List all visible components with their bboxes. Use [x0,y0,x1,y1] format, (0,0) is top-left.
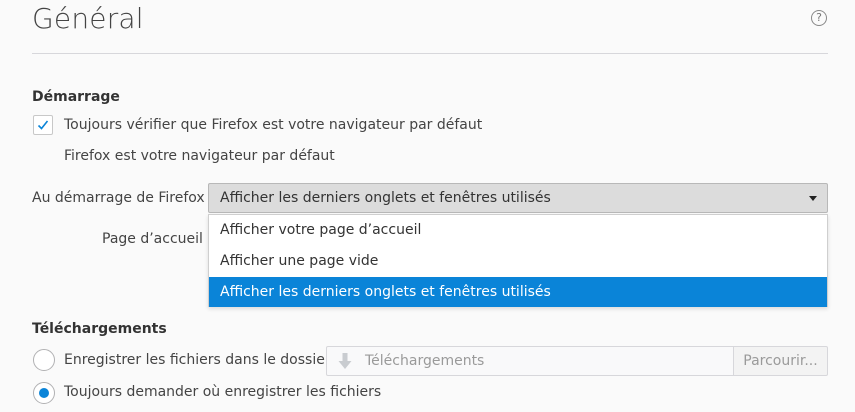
on-startup-select[interactable]: Afficher les derniers onglets et fenêtre… [208,183,828,213]
help-icon[interactable]: ? [811,10,827,26]
default-browser-check-label[interactable]: Toujours vérifier que Firefox est votre … [64,117,482,133]
homepage-label: Page d’accueil : [102,231,213,247]
dropdown-option-homepage[interactable]: Afficher votre page d’accueil [209,215,827,246]
downloads-section-title: Téléchargements [32,321,167,337]
default-browser-status: Firefox est votre navigateur par défaut [64,148,335,164]
save-to-folder-label[interactable]: Enregistrer les fichiers dans le dossier [64,352,331,368]
on-startup-dropdown-list: Afficher votre page d’accueil Afficher u… [208,214,828,307]
download-arrow-icon [338,353,352,369]
always-ask-label[interactable]: Toujours demander où enregistrer les fic… [64,384,381,400]
dropdown-option-blank-page[interactable]: Afficher une page vide [209,246,827,277]
on-startup-selected-value: Afficher les derniers onglets et fenêtre… [220,190,551,206]
radio-selected-dot [39,388,49,398]
header-divider [32,53,828,54]
dropdown-option-restore-session[interactable]: Afficher les derniers onglets et fenêtre… [209,277,827,307]
download-folder-value: Téléchargements [365,353,485,369]
download-folder-field: Téléchargements [326,346,734,376]
browse-button[interactable]: Parcourir... [733,346,828,376]
save-to-folder-radio[interactable] [33,349,55,371]
page-title: Général [32,2,144,35]
chevron-down-icon [809,196,817,201]
default-browser-checkbox[interactable] [33,115,53,135]
startup-section-title: Démarrage [32,89,120,105]
always-ask-radio[interactable] [33,382,55,404]
checkmark-icon [37,120,49,130]
on-startup-label: Au démarrage de Firefox : [32,190,214,206]
